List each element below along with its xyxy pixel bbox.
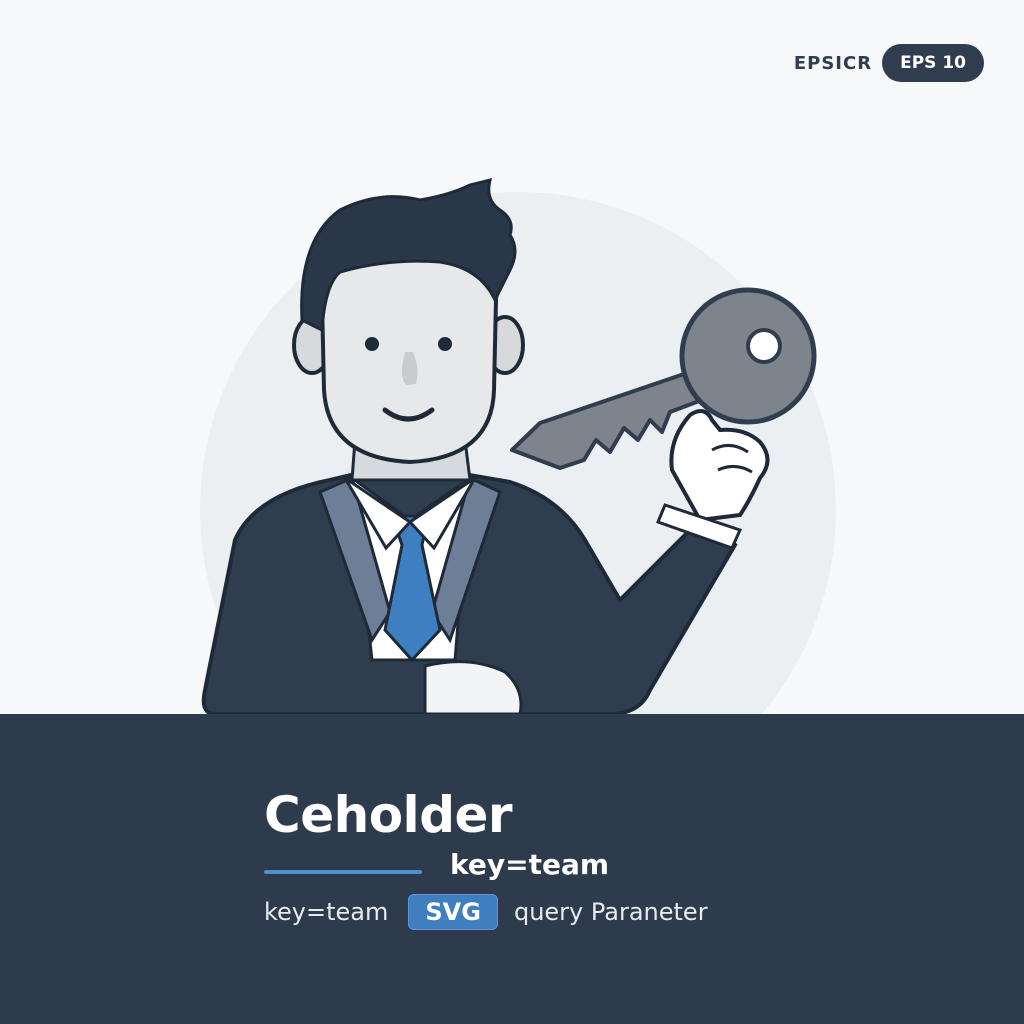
left-eye xyxy=(365,337,379,351)
footer-title: Ceholder xyxy=(264,786,513,844)
title-underline xyxy=(264,870,422,874)
footer-subtitle: key=team xyxy=(450,848,610,881)
caption-left: key=team xyxy=(264,898,389,926)
poster-canvas: EPSICR EPS 10 Ceholder key=team key=team… xyxy=(0,0,1024,1024)
right-eye xyxy=(438,337,452,351)
caption-right: query Paraneter xyxy=(513,898,708,926)
svg-chip: SVG xyxy=(408,894,498,930)
raised-hand xyxy=(669,409,770,523)
key-icon xyxy=(510,287,817,470)
caption-row: key=team SVG query Paraneter xyxy=(264,894,708,930)
